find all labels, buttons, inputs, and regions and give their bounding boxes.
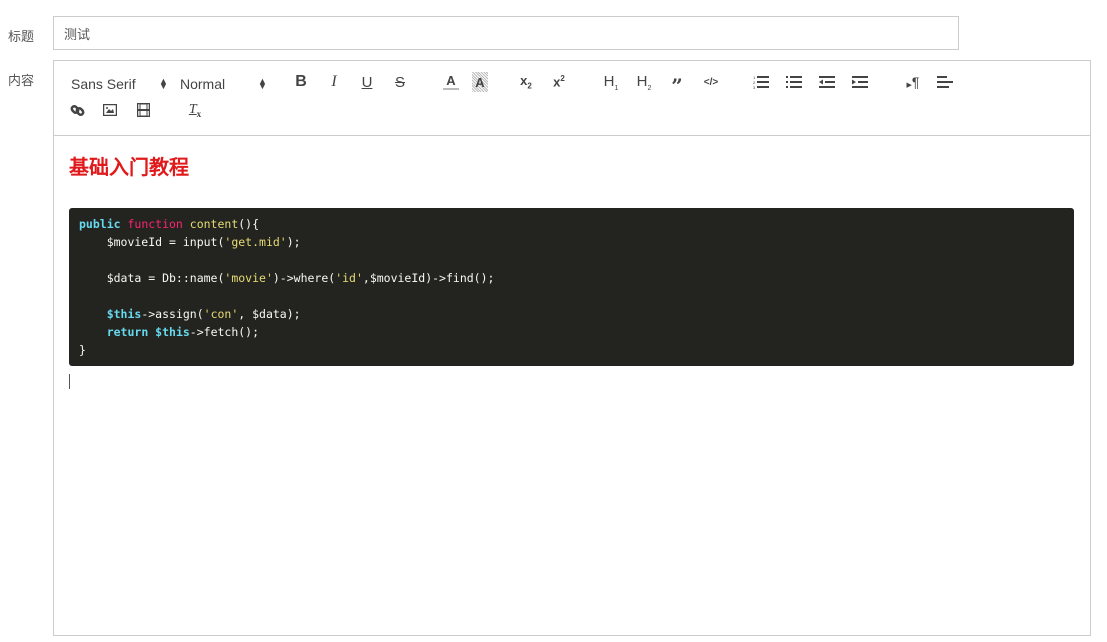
content-label: 内容 bbox=[8, 73, 35, 88]
code-line: $movieId = input('get.mid'); bbox=[79, 233, 1064, 251]
header-2-icon: H2 bbox=[636, 72, 652, 92]
code-token: ->fetch(); bbox=[189, 325, 260, 339]
code-token: , $data); bbox=[238, 307, 301, 321]
ordered-list-button[interactable]: 123 bbox=[752, 72, 770, 92]
clear-format-button[interactable]: Tx bbox=[185, 100, 205, 120]
code-token: 'movie' bbox=[224, 271, 273, 285]
bold-icon: B bbox=[295, 73, 307, 90]
code-block-button[interactable]: </> bbox=[701, 72, 721, 92]
font-picker[interactable]: Sans Serif ▲ ▼ bbox=[71, 74, 168, 94]
text-color-button[interactable]: A bbox=[443, 72, 459, 90]
rich-text-editor: Sans Serif ▲ ▼ Normal ▲ ▼ B I U S A A x2 x… bbox=[53, 60, 1091, 636]
indent-icon bbox=[852, 76, 868, 88]
header-2-button[interactable]: H2 bbox=[634, 72, 654, 92]
size-picker-label: Normal bbox=[180, 76, 226, 92]
code-line: public function content(){ bbox=[79, 215, 1064, 233]
subscript-icon: x2 bbox=[520, 73, 532, 91]
align-left-icon bbox=[937, 76, 953, 88]
italic-icon: I bbox=[331, 73, 337, 90]
image-icon bbox=[103, 104, 117, 116]
editor-toolbar: Sans Serif ▲ ▼ Normal ▲ ▼ B I U S A A x2 x… bbox=[54, 61, 1090, 136]
video-icon bbox=[136, 103, 150, 117]
code-token: content bbox=[189, 217, 239, 231]
strike-button[interactable]: S bbox=[393, 72, 407, 92]
underline-icon: U bbox=[361, 73, 373, 91]
align-button[interactable] bbox=[936, 72, 954, 92]
code-line: } bbox=[79, 341, 1064, 359]
code-token: )->where( bbox=[272, 271, 336, 285]
code-block: public function content(){ $movieId = in… bbox=[69, 208, 1074, 366]
superscript-button[interactable]: x2 bbox=[549, 72, 569, 92]
header-1-icon: H1 bbox=[603, 72, 619, 92]
chevron-updown-icon: ▲ ▼ bbox=[258, 76, 267, 91]
code-token: $this bbox=[106, 307, 142, 321]
video-button[interactable] bbox=[134, 100, 152, 120]
code-line: return $this->fetch(); bbox=[79, 323, 1064, 341]
indent-button[interactable] bbox=[851, 72, 869, 92]
link-button[interactable] bbox=[68, 100, 86, 120]
link-icon bbox=[70, 104, 84, 116]
code-block-icon: </> bbox=[703, 76, 719, 88]
background-color-button[interactable]: A bbox=[472, 72, 488, 92]
code-token: function bbox=[127, 217, 190, 231]
blockquote-button[interactable]: ” bbox=[668, 72, 686, 98]
background-color-icon: A bbox=[475, 74, 485, 90]
bold-button[interactable]: B bbox=[294, 72, 308, 92]
bullet-list-icon bbox=[786, 76, 802, 88]
strike-icon: S bbox=[394, 73, 405, 91]
code-token: $data = Db::name( bbox=[79, 271, 225, 285]
code-token: 'get.mid' bbox=[224, 235, 287, 249]
code-token: 'con' bbox=[203, 307, 239, 321]
svg-text:3: 3 bbox=[753, 85, 756, 89]
subscript-button[interactable]: x2 bbox=[516, 72, 536, 92]
header-1-button[interactable]: H1 bbox=[601, 72, 621, 92]
underline-button[interactable]: U bbox=[360, 72, 374, 92]
code-line: $data = Db::name('movie')->where('id',$m… bbox=[79, 269, 1064, 287]
editor-content[interactable]: 基础入门教程 public function content(){ $movie… bbox=[54, 137, 1090, 635]
ordered-list-icon: 123 bbox=[753, 75, 769, 89]
content-heading: 基础入门教程 bbox=[69, 155, 189, 179]
font-picker-label: Sans Serif bbox=[71, 76, 136, 92]
text-cursor bbox=[69, 374, 70, 389]
text-color-icon: A bbox=[446, 72, 456, 88]
outdent-icon bbox=[819, 76, 835, 88]
image-button[interactable] bbox=[101, 100, 119, 120]
text-direction-icon: ▶¶ bbox=[906, 74, 920, 90]
title-label: 标题 bbox=[8, 29, 35, 44]
code-token: ); bbox=[286, 235, 301, 249]
code-token: ->assign( bbox=[141, 307, 204, 321]
code-token: return $this bbox=[106, 325, 190, 339]
clear-format-icon: Tx bbox=[188, 101, 202, 119]
code-token: $movieId = input( bbox=[79, 235, 225, 249]
title-input[interactable] bbox=[53, 16, 959, 50]
code-token: (){ bbox=[238, 217, 260, 231]
blockquote-icon: ” bbox=[671, 74, 683, 98]
code-line: $this->assign('con', $data); bbox=[79, 305, 1064, 323]
outdent-button[interactable] bbox=[818, 72, 836, 92]
italic-button[interactable]: I bbox=[327, 72, 341, 92]
direction-button[interactable]: ▶¶ bbox=[904, 72, 922, 92]
code-token: } bbox=[79, 343, 86, 357]
bullet-list-button[interactable] bbox=[785, 72, 803, 92]
code-token: ,$movieId)->find(); bbox=[362, 271, 495, 285]
code-token: public bbox=[79, 217, 128, 231]
chevron-updown-icon: ▲ ▼ bbox=[159, 76, 168, 91]
code-token: 'id' bbox=[335, 271, 363, 285]
size-picker[interactable]: Normal ▲ ▼ bbox=[180, 74, 270, 94]
superscript-icon: x2 bbox=[553, 74, 565, 90]
